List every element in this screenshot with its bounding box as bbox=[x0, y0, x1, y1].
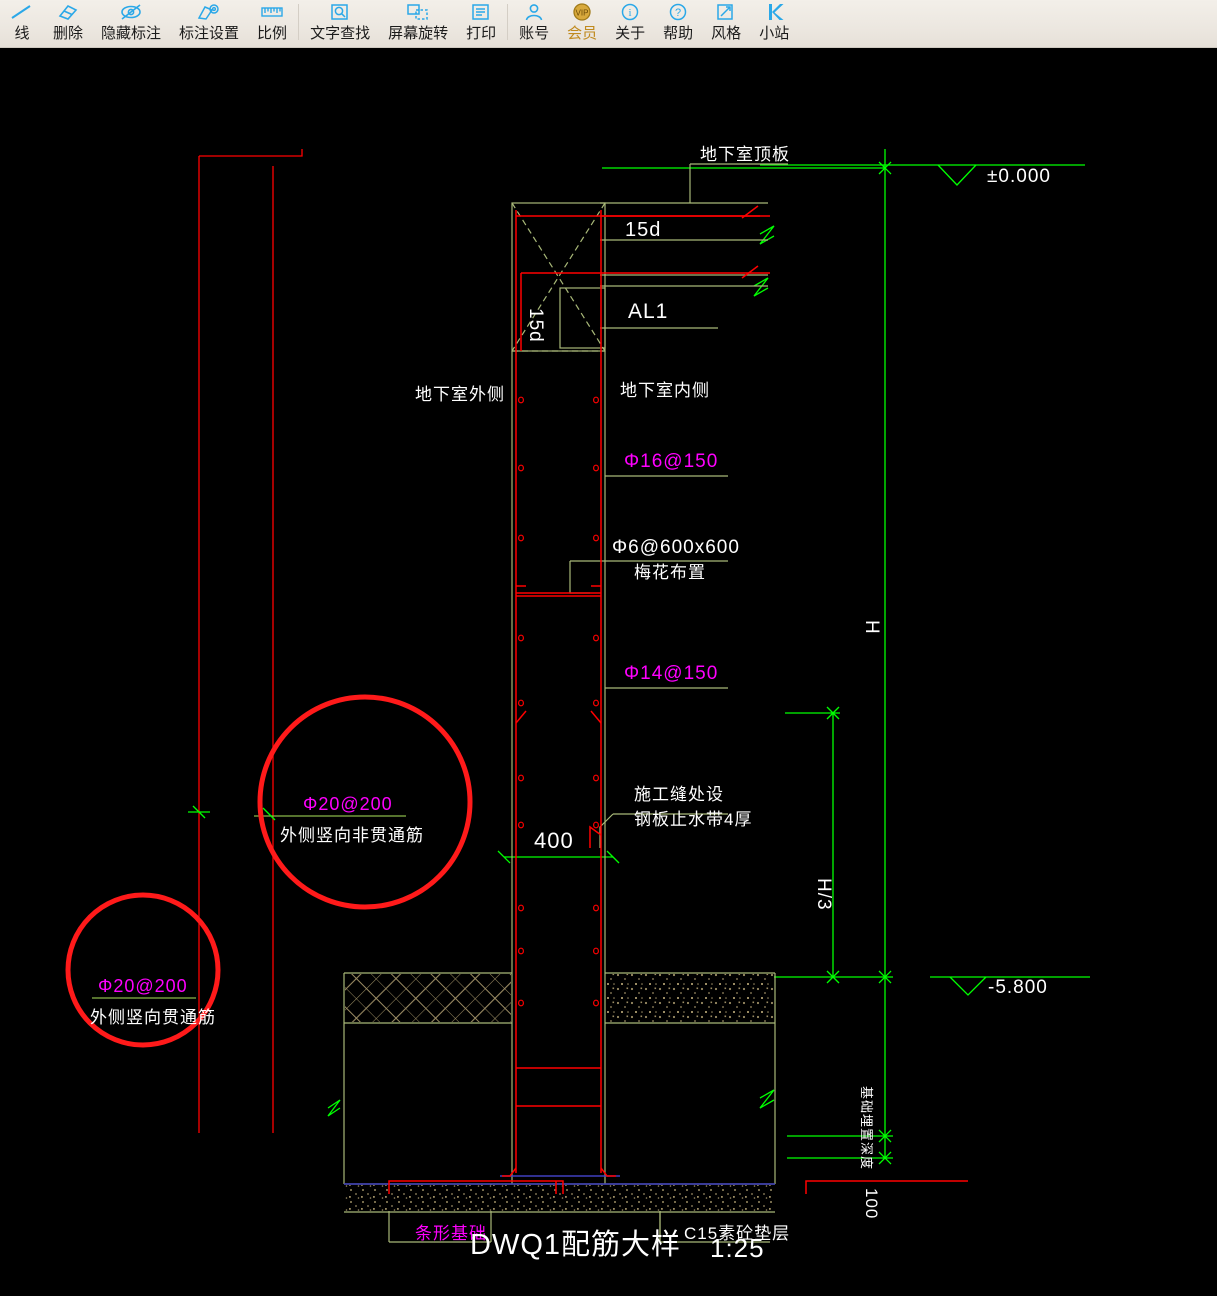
label-15d: 15d bbox=[625, 219, 661, 241]
svg-text:i: i bbox=[629, 7, 632, 19]
svg-text:VIP: VIP bbox=[576, 9, 589, 18]
text-search-icon bbox=[327, 1, 353, 23]
toolbar-item-line[interactable]: 线 bbox=[0, 0, 44, 47]
cushion-hatch bbox=[345, 1185, 774, 1211]
label-joint-line1: 施工缝处设 bbox=[634, 785, 724, 804]
toolbar-item-annotation-settings[interactable]: 标注设置 bbox=[170, 0, 248, 47]
kuaikan-logo-icon bbox=[761, 1, 787, 23]
toolbar-item-hide-annotation[interactable]: 隐藏标注 bbox=[92, 0, 170, 47]
toolbar-item-text-search[interactable]: 文字查找 bbox=[301, 0, 379, 47]
hide-annotation-icon bbox=[118, 1, 144, 23]
label-elevation-zero: ±0.000 bbox=[987, 166, 1051, 187]
toolbar-separator-1 bbox=[298, 4, 300, 40]
label-wall-thickness-400: 400 bbox=[534, 828, 574, 853]
cad-drawing-canvas[interactable]: 地下室顶板 ±0.000 15d 15d AL1 地下室外侧 地下室内侧 Φ16… bbox=[0, 48, 1217, 1296]
brick-hatch-left bbox=[345, 974, 511, 1022]
toolbar-label-line: 线 bbox=[14, 25, 30, 42]
label-elevation-minus: -5.800 bbox=[988, 977, 1048, 998]
main-toolbar: 线 删除 隐藏标注 标注设置 比例 文字查找 屏幕旋转 打印 账号 VIP 会员… bbox=[0, 0, 1217, 48]
toolbar-label-station: 小站 bbox=[759, 25, 790, 42]
label-foundation-depth: 基础埋置深度 bbox=[859, 1086, 874, 1170]
toolbar-item-scale[interactable]: 比例 bbox=[248, 0, 296, 47]
label-dim-h: H bbox=[861, 620, 882, 635]
label-basement-inside: 地下室内侧 bbox=[620, 381, 710, 400]
toolbar-item-style[interactable]: 风格 bbox=[702, 0, 750, 47]
toolbar-label-style: 风格 bbox=[711, 25, 742, 42]
scale-ruler-icon bbox=[259, 1, 285, 23]
toolbar-label-print: 打印 bbox=[466, 25, 497, 42]
toolbar-item-print[interactable]: 打印 bbox=[457, 0, 505, 47]
label-circle-small-rebar: Φ20@200 bbox=[98, 976, 188, 996]
help-icon: ? bbox=[665, 1, 691, 23]
label-circle-large-note: 外侧竖向非贯通筋 bbox=[280, 826, 424, 845]
toolbar-item-help[interactable]: ? 帮助 bbox=[654, 0, 702, 47]
toolbar-label-help: 帮助 bbox=[663, 25, 694, 42]
info-icon: i bbox=[617, 1, 643, 23]
label-dim-h3: H/3 bbox=[813, 878, 834, 911]
label-rebar-16-150: Φ16@150 bbox=[624, 451, 718, 472]
eraser-icon bbox=[55, 1, 81, 23]
vip-icon: VIP bbox=[569, 1, 595, 23]
screen-rotate-icon bbox=[405, 1, 431, 23]
toolbar-label-text-search: 文字查找 bbox=[310, 25, 371, 42]
style-icon bbox=[713, 1, 739, 23]
cad-drawing-svg: 地下室顶板 ±0.000 15d 15d AL1 地下室外侧 地下室内侧 Φ16… bbox=[65, 145, 1090, 1263]
toolbar-label-screen-rotate: 屏幕旋转 bbox=[388, 25, 449, 42]
cad-viewer-window: 线 删除 隐藏标注 标注设置 比例 文字查找 屏幕旋转 打印 账号 VIP 会员… bbox=[0, 0, 1217, 1296]
toolbar-label-delete: 删除 bbox=[53, 25, 84, 42]
toolbar-item-station[interactable]: 小站 bbox=[750, 0, 798, 47]
toolbar-label-about: 关于 bbox=[615, 25, 646, 42]
toolbar-item-delete[interactable]: 删除 bbox=[44, 0, 92, 47]
drawing-scale: 1:25 bbox=[710, 1233, 765, 1263]
rebar-section-dots bbox=[517, 396, 599, 1007]
label-rebar-14-150: Φ14@150 bbox=[624, 663, 718, 684]
toolbar-label-annotation-settings: 标注设置 bbox=[179, 25, 240, 42]
line-icon bbox=[9, 1, 35, 23]
structure-outline bbox=[343, 163, 788, 1243]
label-beam-al1: AL1 bbox=[628, 300, 668, 323]
soil-hatch-right bbox=[606, 974, 774, 1022]
label-circle-small-note: 外侧竖向贯通筋 bbox=[90, 1008, 216, 1027]
toolbar-label-account: 账号 bbox=[519, 25, 550, 42]
drawing-title: DWQ1配筋大样 bbox=[470, 1228, 681, 1261]
toolbar-separator-2 bbox=[507, 4, 509, 40]
toolbar-item-about[interactable]: i 关于 bbox=[606, 0, 654, 47]
wall-rebar-cage bbox=[388, 205, 968, 1194]
label-basement-outside: 地下室外侧 bbox=[415, 385, 505, 404]
toolbar-label-scale: 比例 bbox=[257, 25, 288, 42]
print-icon bbox=[468, 1, 494, 23]
account-icon bbox=[521, 1, 547, 23]
label-tie-rebar: Φ6@600x600 bbox=[612, 537, 740, 558]
svg-text:?: ? bbox=[675, 7, 681, 19]
toolbar-item-screen-rotate[interactable]: 屏幕旋转 bbox=[379, 0, 457, 47]
toolbar-item-account[interactable]: 账号 bbox=[510, 0, 558, 47]
toolbar-label-vip: 会员 bbox=[567, 25, 598, 42]
label-dim-100: 100 bbox=[862, 1188, 881, 1219]
label-circle-large-rebar: Φ20@200 bbox=[303, 794, 393, 814]
label-15d-vertical: 15d bbox=[525, 308, 546, 343]
label-joint-line2: 钢板止水带4厚 bbox=[634, 810, 752, 829]
annotation-settings-icon bbox=[196, 1, 222, 23]
toolbar-label-hide-annotation: 隐藏标注 bbox=[101, 25, 162, 42]
label-tie-rebar-sub: 梅花布置 bbox=[634, 563, 706, 582]
label-basement-roof-slab: 地下室顶板 bbox=[700, 145, 790, 164]
toolbar-item-vip[interactable]: VIP 会员 bbox=[558, 0, 606, 47]
